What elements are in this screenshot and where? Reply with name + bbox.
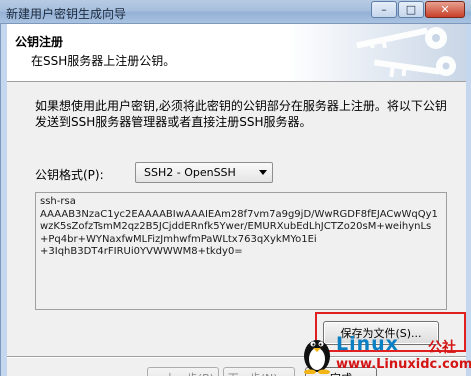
tux-penguin-icon bbox=[304, 340, 330, 374]
maximize-button[interactable]: □ bbox=[398, 1, 424, 18]
keys-illustration-icon bbox=[286, 24, 466, 81]
instructions-text: 如果想使用此用户密钥,必须将此密钥的公钥部分在服务器上注册。将以下公钥发送到SS… bbox=[35, 99, 447, 129]
window-title: 新建用户密钥生成向导 bbox=[6, 7, 127, 21]
public-key-line: AAAAB3NzaC1yc2EAAAABIwAAAIEAm28f7vm7a9g9… bbox=[40, 208, 438, 220]
public-key-line: +Pq4br+WYNaxfwMLFizJmhwfmPaWLtx763qXykMY… bbox=[40, 233, 317, 245]
page-subtitle: 在SSH服务器上注册公钥。 bbox=[31, 54, 176, 68]
public-key-line: +3IqhB3DT4rFIRUi0YVWWWM8+tkdy0= bbox=[40, 246, 243, 257]
watermark-brand: Linux bbox=[336, 333, 399, 355]
chevron-down-icon bbox=[259, 170, 267, 175]
title-bar[interactable]: 新建用户密钥生成向导 – □ ✕ bbox=[0, 0, 471, 24]
public-key-line: ssh-rsa bbox=[40, 196, 76, 207]
watermark-url: www.Linuxidc.com bbox=[336, 357, 471, 372]
public-key-format-dropdown[interactable]: SSH2 - OpenSSH bbox=[135, 162, 273, 183]
window-frame: 公钥注册 在SSH服务器上注册公钥。 如果想使用此用户密钥,必须将此密钥的公钥部… bbox=[0, 24, 471, 376]
next-button[interactable]: 下一步(N) > bbox=[223, 367, 295, 376]
minimize-button[interactable]: – bbox=[371, 1, 397, 18]
back-button[interactable]: < 上一步(B) bbox=[147, 367, 219, 376]
public-key-line: wzK5sZofzTsmM2qz2B5JCjddERnfk5Ywer/EMURX… bbox=[40, 221, 432, 232]
page-title: 公钥注册 bbox=[15, 35, 64, 49]
close-button[interactable]: ✕ bbox=[425, 1, 465, 18]
wizard-client-area: 公钥注册 在SSH服务器上注册公钥。 如果想使用此用户密钥,必须将此密钥的公钥部… bbox=[7, 24, 466, 376]
watermark: Linux 公社 www.Linuxidc.com bbox=[300, 330, 471, 376]
format-label: 公钥格式(P): bbox=[35, 168, 104, 182]
watermark-brand-cn: 公社 bbox=[428, 340, 456, 356]
window-controls: – □ ✕ bbox=[370, 1, 465, 18]
format-selected-value: SSH2 - OpenSSH bbox=[144, 166, 236, 179]
wizard-header: 公钥注册 在SSH服务器上注册公钥。 bbox=[7, 24, 466, 82]
public-key-textbox[interactable]: ssh-rsa AAAAB3NzaC1yc2EAAAABIwAAAIEAm28f… bbox=[35, 192, 447, 310]
